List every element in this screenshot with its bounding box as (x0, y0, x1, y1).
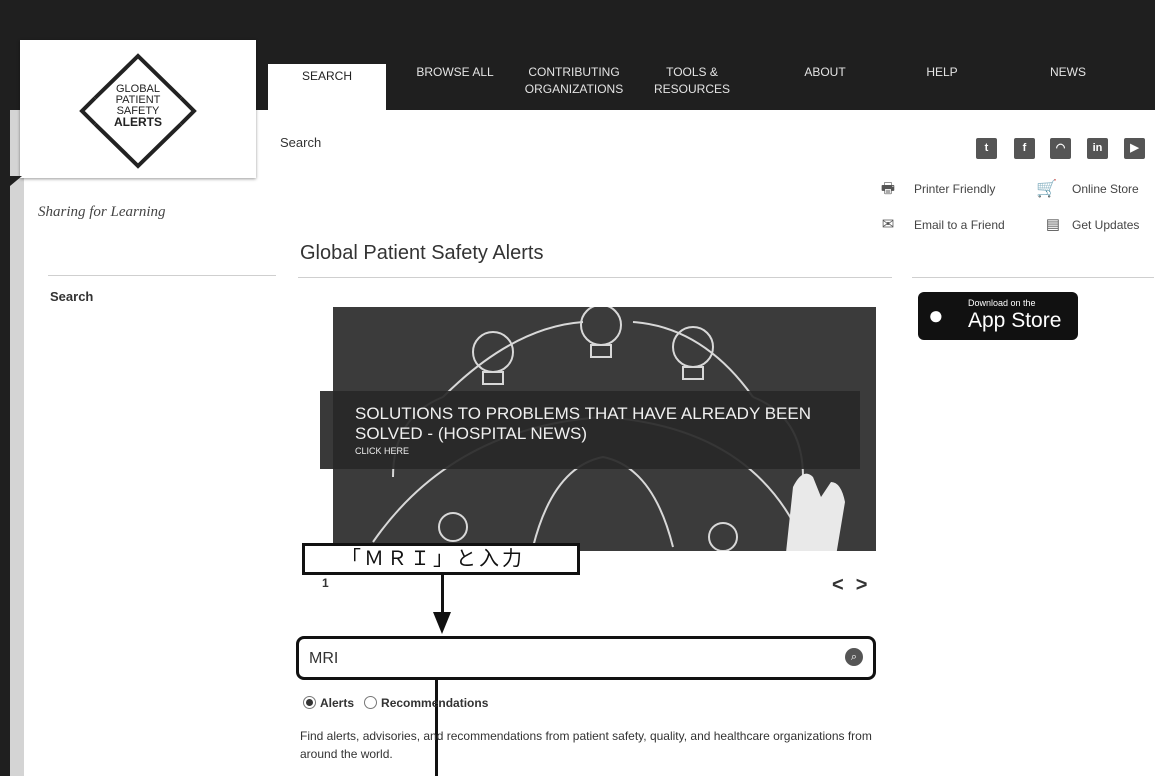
logo-line-4: ALERTS (114, 115, 162, 129)
annotation-callout: 「ＭＲＩ」と入力 (302, 543, 580, 575)
nav-tab-search[interactable]: SEARCH (268, 64, 386, 110)
site-logo[interactable]: GLOBAL PATIENT SAFETY ALERTS (20, 40, 256, 178)
nav-tab-contributing-organizations[interactable]: CONTRIBUTING ORGANIZATIONS (518, 64, 630, 98)
slide-headline[interactable]: SOLUTIONS TO PROBLEMS THAT HAVE ALREADY … (355, 404, 855, 444)
nav-tab-about[interactable]: ABOUT (795, 64, 855, 81)
email-friend-link[interactable]: Email to a Friend (914, 218, 1005, 232)
nav-tab-help[interactable]: HELP (922, 64, 962, 81)
get-updates-link[interactable]: Get Updates (1072, 218, 1139, 232)
twitter-icon[interactable]: t (976, 138, 997, 159)
online-store-link[interactable]: Online Store (1072, 182, 1139, 196)
facebook-icon[interactable]: f (1014, 138, 1035, 159)
slide-click-here[interactable]: CLICK HERE (355, 446, 409, 456)
sidebar-item-search[interactable]: Search (50, 289, 93, 304)
sidebar-divider (48, 275, 276, 276)
prev-slide-button[interactable]: < (832, 574, 856, 596)
next-slide-button[interactable]: > (856, 574, 880, 596)
annotation-arrow-line (441, 575, 444, 613)
logo-corner-fold (10, 176, 22, 186)
recommendations-radio[interactable] (364, 696, 378, 709)
email-icon[interactable]: ✉ (877, 216, 899, 234)
left-frame-shadow (10, 110, 24, 776)
slide-arrows: <> (832, 574, 879, 597)
app-store-badge[interactable]: ● Download on the App Store (918, 292, 1078, 340)
appstore-big-text: App Store (968, 309, 1062, 332)
nav-tab-browse-all[interactable]: BROWSE ALL (410, 64, 500, 81)
youtube-icon[interactable]: ▶ (1124, 138, 1145, 159)
breadcrumb: Search (280, 135, 322, 150)
tagline: Sharing for Learning (38, 204, 166, 220)
printer-friendly-link[interactable]: Printer Friendly (914, 182, 995, 196)
cart-icon[interactable]: 🛒 (1036, 180, 1058, 198)
search-type-radios: Alerts Recommendations (303, 696, 488, 710)
linkedin-icon[interactable]: in (1087, 138, 1108, 159)
right-divider (912, 277, 1154, 278)
alerts-radio[interactable] (303, 696, 316, 709)
printer-icon[interactable]: 🖶 (877, 180, 899, 198)
page-title: Global Patient Safety Alerts (300, 242, 544, 264)
search-input[interactable] (307, 644, 841, 673)
title-divider (298, 277, 892, 278)
slide-number[interactable]: 1 (322, 576, 329, 590)
search-box-highlight: ⌕ (296, 636, 876, 680)
search-description: Find alerts, advisories, and recommendat… (300, 729, 872, 761)
apple-icon: ● (928, 300, 944, 330)
rss-icon[interactable]: ◠ (1050, 138, 1071, 159)
alerts-radio-label[interactable]: Alerts (320, 696, 354, 710)
nav-tab-tools-resources[interactable]: TOOLS & RESOURCES (652, 64, 732, 98)
annotation-arrowhead (433, 612, 451, 634)
search-icon[interactable]: ⌕ (845, 648, 863, 666)
recommendations-radio-label[interactable]: Recommendations (381, 696, 488, 710)
appstore-small-text: Download on the (968, 298, 1036, 308)
newsletter-icon[interactable]: ▤ (1042, 216, 1064, 234)
left-frame-edge (0, 0, 10, 776)
nav-tab-news[interactable]: NEWS (1045, 64, 1091, 81)
